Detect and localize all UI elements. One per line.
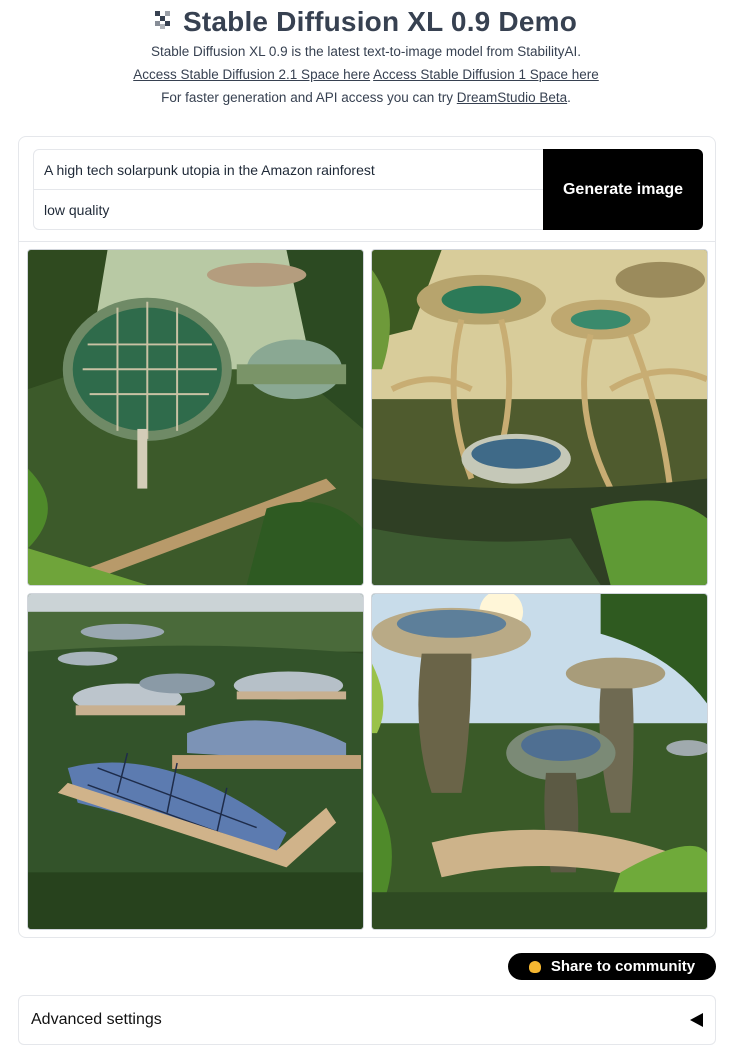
- api-note: For faster generation and API access you…: [161, 90, 571, 105]
- space-links: Access Stable Diffusion 2.1 Space here A…: [0, 67, 732, 82]
- description: Stable Diffusion XL 0.9 is the latest te…: [151, 44, 581, 59]
- generation-panel: A high tech solarpunk utopia in the Amaz…: [18, 136, 716, 938]
- sd1-link[interactable]: Access Stable Diffusion 1 Space here: [373, 67, 599, 82]
- generated-image-2[interactable]: [371, 249, 708, 586]
- generated-image-3[interactable]: [27, 593, 364, 930]
- image-gallery: [27, 249, 709, 931]
- pixel-logo-icon: [154, 11, 173, 29]
- generated-image-1[interactable]: [27, 249, 364, 586]
- generate-button[interactable]: Generate image: [543, 149, 703, 230]
- advanced-settings-accordion[interactable]: Advanced settings: [18, 995, 716, 1045]
- sd21-link[interactable]: Access Stable Diffusion 2.1 Space here: [133, 67, 370, 82]
- dreamstudio-link[interactable]: DreamStudio Beta: [457, 90, 567, 105]
- triangle-left-icon: [690, 1013, 703, 1027]
- generated-image-4[interactable]: [371, 593, 708, 930]
- share-to-community-button[interactable]: Share to community: [508, 953, 716, 980]
- hand-icon: [528, 960, 541, 973]
- prompt-group: A high tech solarpunk utopia in the Amaz…: [33, 149, 545, 230]
- advanced-settings-label: Advanced settings: [31, 1011, 162, 1028]
- negative-prompt-input[interactable]: low quality: [34, 190, 544, 229]
- page-title: Stable Diffusion XL 0.9 Demo: [0, 6, 732, 38]
- prompt-input[interactable]: A high tech solarpunk utopia in the Amaz…: [34, 150, 544, 190]
- divider: [19, 241, 715, 242]
